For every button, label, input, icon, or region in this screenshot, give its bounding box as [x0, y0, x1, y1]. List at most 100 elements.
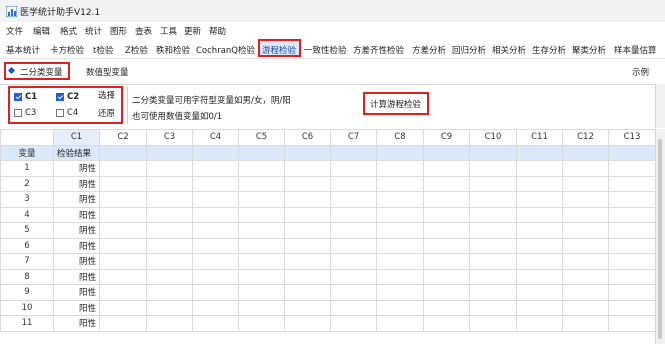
data-cell[interactable] [99, 175, 147, 192]
data-cell[interactable]: 阴性 [53, 222, 100, 239]
checkbox-c2[interactable] [56, 93, 64, 101]
vertical-scrollbar[interactable] [655, 129, 665, 344]
data-cell[interactable] [562, 284, 609, 301]
column-header[interactable]: C12 [562, 129, 609, 146]
row-number[interactable]: 9 [0, 284, 54, 301]
data-cell[interactable] [469, 253, 517, 270]
data-cell[interactable] [516, 253, 563, 270]
data-cell[interactable] [469, 191, 517, 208]
data-cell[interactable] [192, 206, 239, 223]
data-cell[interactable] [192, 315, 239, 332]
data-cell[interactable] [516, 299, 563, 316]
data-cell[interactable] [284, 222, 331, 239]
tab-chi-square[interactable]: 卡方检验 [50, 44, 84, 56]
column-header[interactable]: C4 [192, 129, 239, 146]
column-header[interactable]: C8 [376, 129, 424, 146]
data-cell[interactable]: 阳性 [53, 284, 100, 301]
data-cell[interactable] [516, 175, 563, 192]
data-cell[interactable] [238, 268, 285, 285]
data-cell[interactable] [99, 315, 147, 332]
select-button[interactable]: 选择 [98, 89, 115, 101]
example-link[interactable]: 示例 [632, 66, 649, 78]
data-cell[interactable] [516, 237, 563, 254]
data-cell[interactable] [608, 284, 656, 301]
data-cell[interactable] [146, 237, 193, 254]
tab-anova[interactable]: 方差分析 [412, 44, 446, 56]
data-cell[interactable]: 阴性 [53, 160, 100, 177]
data-cell[interactable] [330, 191, 377, 208]
data-cell[interactable] [608, 175, 656, 192]
data-cell[interactable] [99, 222, 147, 239]
variable-name-cell[interactable] [516, 144, 563, 161]
data-cell[interactable] [516, 206, 563, 223]
data-cell[interactable] [99, 160, 147, 177]
data-cell[interactable] [99, 268, 147, 285]
tab-sample-size[interactable]: 样本量估算 [614, 44, 657, 56]
data-cell[interactable] [284, 160, 331, 177]
menu-edit[interactable]: 编辑 [33, 25, 50, 37]
data-cell[interactable]: 阳性 [53, 237, 100, 254]
variable-name-cell[interactable] [562, 144, 609, 161]
data-cell[interactable] [238, 253, 285, 270]
menu-help[interactable]: 帮助 [209, 25, 226, 37]
data-cell[interactable] [238, 175, 285, 192]
data-cell[interactable] [146, 268, 193, 285]
tab-t-test[interactable]: t检验 [93, 44, 113, 56]
column-header[interactable]: C3 [146, 129, 193, 146]
data-cell[interactable] [330, 268, 377, 285]
data-cell[interactable] [146, 222, 193, 239]
data-cell[interactable] [423, 237, 470, 254]
data-cell[interactable] [423, 284, 470, 301]
data-cell[interactable] [99, 191, 147, 208]
data-cell[interactable] [562, 175, 609, 192]
data-cell[interactable] [562, 191, 609, 208]
data-cell[interactable] [562, 222, 609, 239]
restore-button[interactable]: 还原 [98, 107, 115, 119]
data-cell[interactable] [146, 160, 193, 177]
data-cell[interactable]: 阳性 [53, 299, 100, 316]
data-cell[interactable] [376, 315, 424, 332]
tab-basic-stats[interactable]: 基本统计 [6, 44, 40, 56]
menu-format[interactable]: 格式 [60, 25, 77, 37]
data-cell[interactable] [238, 315, 285, 332]
data-cell[interactable] [562, 253, 609, 270]
data-cell[interactable] [99, 299, 147, 316]
data-cell[interactable] [284, 284, 331, 301]
data-cell[interactable] [192, 222, 239, 239]
tab-z-test[interactable]: Z检验 [125, 44, 148, 56]
data-cell[interactable] [469, 299, 517, 316]
column-header[interactable]: C6 [284, 129, 331, 146]
data-cell[interactable] [469, 175, 517, 192]
checkbox-c3[interactable] [14, 109, 22, 117]
data-cell[interactable] [330, 284, 377, 301]
data-cell[interactable] [146, 175, 193, 192]
variable-name-cell[interactable] [469, 144, 517, 161]
data-cell[interactable] [330, 206, 377, 223]
variable-name-cell[interactable] [192, 144, 239, 161]
data-cell[interactable] [562, 299, 609, 316]
tab-runs-test[interactable]: 游程检验 [262, 44, 296, 56]
data-cell[interactable] [423, 299, 470, 316]
data-cell[interactable] [238, 284, 285, 301]
variable-name-cell[interactable] [423, 144, 470, 161]
row-number[interactable]: 1 [0, 160, 54, 177]
data-cell[interactable] [238, 160, 285, 177]
data-cell[interactable] [146, 253, 193, 270]
variable-name-cell[interactable] [99, 144, 147, 161]
data-cell[interactable] [192, 175, 239, 192]
data-cell[interactable] [330, 315, 377, 332]
column-header[interactable]: C5 [238, 129, 285, 146]
data-cell[interactable] [99, 253, 147, 270]
data-cell[interactable] [376, 206, 424, 223]
data-cell[interactable] [516, 284, 563, 301]
data-cell[interactable] [192, 284, 239, 301]
data-cell[interactable] [608, 253, 656, 270]
data-cell[interactable] [423, 160, 470, 177]
data-cell[interactable] [192, 253, 239, 270]
data-cell[interactable] [608, 160, 656, 177]
data-cell[interactable] [330, 237, 377, 254]
data-cell[interactable] [469, 284, 517, 301]
data-cell[interactable] [192, 191, 239, 208]
data-cell[interactable] [423, 315, 470, 332]
data-cell[interactable] [376, 299, 424, 316]
